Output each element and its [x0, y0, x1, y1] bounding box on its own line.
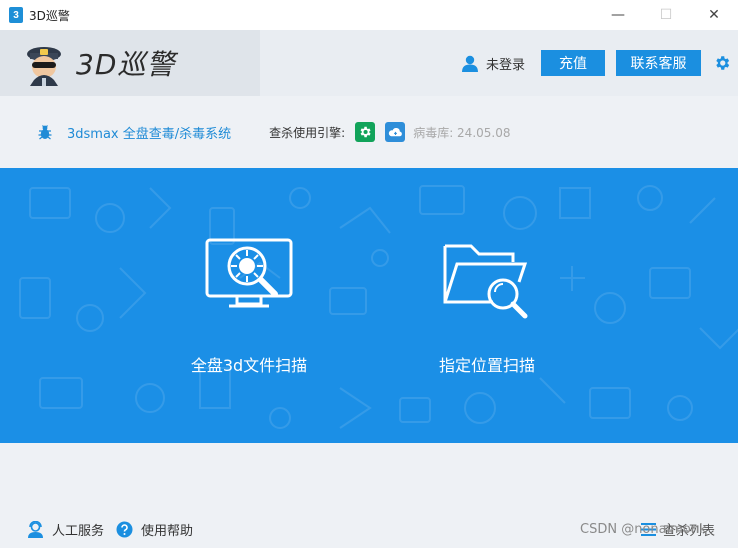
virus-db-version: 病毒库: 24.05.08 [413, 125, 511, 140]
watermark: CSDN @nonaimonk [580, 522, 707, 537]
help-text: 使用帮助 [141, 523, 194, 539]
title-bar: 3 3D巡警 — ☐ ✕ [0, 0, 738, 30]
police-mascot-icon [27, 47, 61, 86]
maximize-button: ☐ [659, 7, 673, 23]
logo-area: 3D巡警 [0, 30, 260, 96]
recharge-button[interactable]: 充值 [541, 50, 605, 76]
full-disk-scan-option[interactable]: 全盘3d文件扫描 [159, 236, 339, 376]
content-spacer [0, 443, 738, 510]
info-bar: 3dsmax 全盘查毒/杀毒系统 查杀使用引擎: 病毒库: 24.05.08 [0, 96, 738, 168]
manual-service-text: 人工服务 [52, 523, 105, 539]
window-title: 3D巡警 [29, 8, 70, 23]
support-agent-icon [28, 520, 43, 538]
question-icon [116, 521, 133, 537]
header: 3D巡警 未登录 充值 联系客服 [0, 30, 738, 96]
user-area: 未登录 充值 联系客服 [461, 30, 738, 96]
manual-service-link[interactable]: 人工服务 [27, 520, 104, 539]
monitor-virus-scan-icon [205, 238, 293, 308]
app-icon: 3 [9, 7, 23, 23]
brand-title: 3D巡警 [76, 48, 176, 81]
bug-icon [38, 125, 52, 140]
gear-icon[interactable] [713, 54, 731, 72]
scan-panel: 全盘3d文件扫描 指定位置扫描 [0, 168, 738, 443]
contact-service-button[interactable]: 联系客服 [616, 50, 701, 76]
close-button[interactable]: ✕ [690, 0, 738, 30]
custom-location-scan-label: 指定位置扫描 [438, 356, 535, 375]
window-controls: — ☐ ✕ [594, 0, 738, 30]
minimize-button[interactable]: — [594, 0, 642, 30]
custom-location-scan-option[interactable]: 指定位置扫描 [397, 236, 577, 376]
help-link[interactable]: 使用帮助 [116, 520, 193, 539]
system-title: 3dsmax 全盘查毒/杀毒系统 [67, 126, 232, 142]
user-icon [461, 55, 478, 72]
login-status[interactable]: 未登录 [486, 54, 525, 73]
full-disk-scan-label: 全盘3d文件扫描 [190, 356, 308, 375]
cloud-engine-icon [385, 122, 406, 142]
engine-gear-icon [355, 122, 376, 142]
engine-label: 查杀使用引擎: [269, 125, 346, 140]
background-pattern [19, 185, 738, 429]
folder-search-icon [443, 244, 528, 319]
